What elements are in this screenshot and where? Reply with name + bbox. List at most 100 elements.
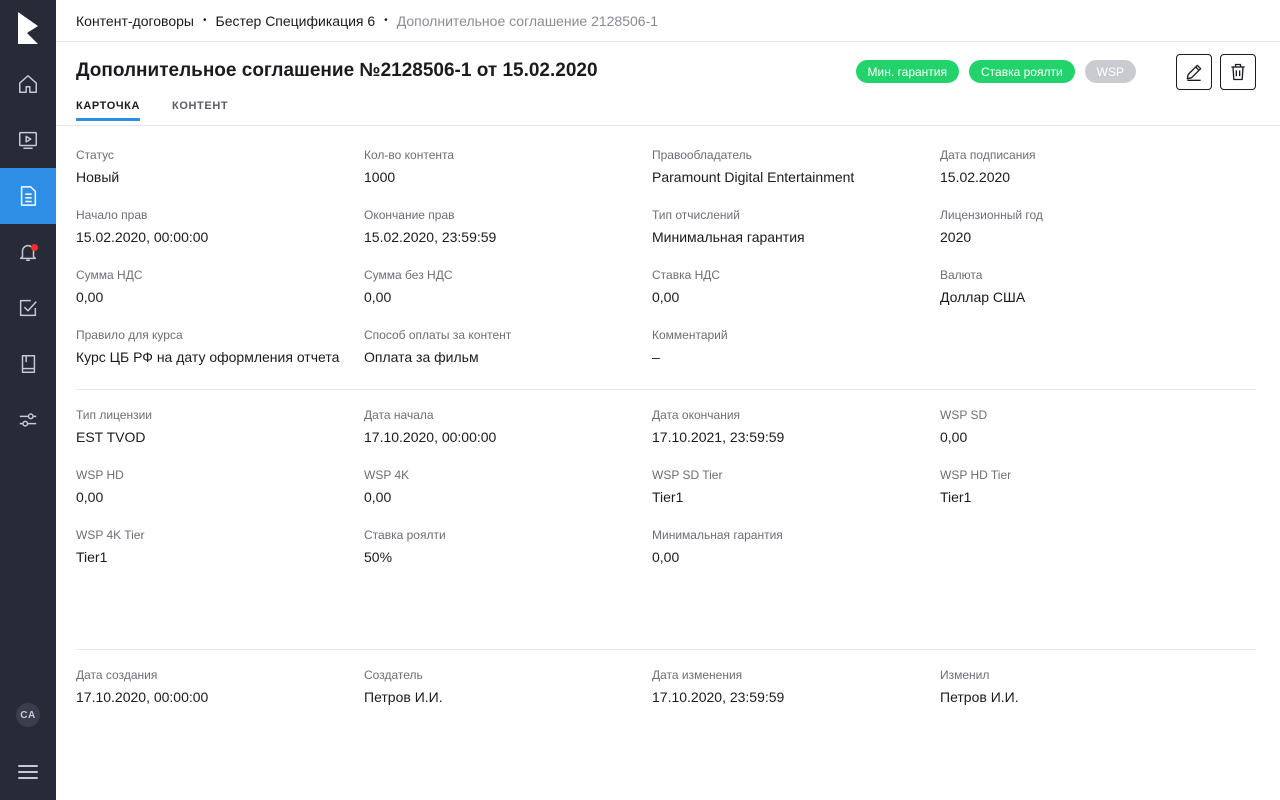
sidebar-item-tasks[interactable] bbox=[0, 280, 56, 336]
field-value: Tier1 bbox=[652, 489, 684, 505]
field: Создатель Петров И.И. bbox=[364, 668, 644, 706]
breadcrumb-item-current: Дополнительное соглашение 2128506-1 bbox=[396, 12, 659, 29]
section-divider bbox=[76, 649, 1256, 650]
field-value: 0,00 bbox=[652, 549, 680, 565]
field-value: 2020 bbox=[940, 229, 972, 245]
field-value: EST TVOD bbox=[76, 429, 146, 445]
main-content: Контент-договоры • Бестер Спецификация 6… bbox=[56, 0, 1280, 800]
edit-button[interactable] bbox=[1176, 54, 1212, 90]
field-label: Начало прав bbox=[76, 208, 148, 222]
field-value: 0,00 bbox=[76, 489, 104, 505]
sidebar-item-notifications[interactable] bbox=[0, 224, 56, 280]
field-label: Кол-во контента bbox=[364, 148, 455, 162]
badge-group: Мин. гарантия Ставка роялти WSP bbox=[855, 60, 1136, 83]
field-value: 15.02.2020, 23:59:59 bbox=[364, 229, 497, 245]
field-label: Дата начала bbox=[364, 408, 434, 422]
field-label: Дата создания bbox=[76, 668, 158, 682]
field-value: 0,00 bbox=[940, 429, 968, 445]
field-value: 17.10.2021, 23:59:59 bbox=[652, 429, 785, 445]
sidebar: CA bbox=[0, 0, 56, 800]
status-badge-royalty: Ставка роялти bbox=[969, 60, 1075, 83]
field-value: Петров И.И. bbox=[940, 689, 1019, 705]
field: WSP 4K Tier Tier1 bbox=[76, 528, 356, 566]
breadcrumb-item-specification[interactable]: Бестер Спецификация 6 bbox=[216, 13, 376, 29]
sidebar-item-settings[interactable] bbox=[0, 392, 56, 448]
field: Сумма без НДС 0,00 bbox=[364, 268, 644, 306]
status-badge-wsp: WSP bbox=[1084, 60, 1136, 83]
field-label: WSP HD Tier bbox=[940, 468, 1012, 482]
field: Правило для курса Курс ЦБ РФ на дату офор… bbox=[76, 328, 356, 366]
field-label: Создатель bbox=[364, 668, 423, 682]
document-icon bbox=[20, 186, 37, 206]
field-value: 50% bbox=[364, 549, 393, 565]
delete-button[interactable] bbox=[1220, 54, 1256, 90]
field-value: Курс ЦБ РФ на дату оформления отчета bbox=[76, 349, 340, 365]
sidebar-item-video[interactable] bbox=[0, 112, 56, 168]
field: Изменил Петров И.И. bbox=[940, 668, 1220, 706]
field-value: 17.10.2020, 00:00:00 bbox=[76, 689, 209, 705]
pencil-icon bbox=[1186, 64, 1202, 81]
field-label: Дата подписания bbox=[940, 148, 1036, 162]
field-value: 0,00 bbox=[652, 289, 680, 305]
sliders-icon bbox=[19, 413, 37, 427]
field-value: 0,00 bbox=[76, 289, 104, 305]
field-value: Новый bbox=[76, 169, 120, 185]
tab-card[interactable]: Карточка bbox=[76, 100, 141, 121]
field: Тип лицензии EST TVOD bbox=[76, 408, 356, 446]
field: Дата начала 17.10.2020, 00:00:00 bbox=[364, 408, 644, 446]
field: Правообладатель Paramount Digital Enterta… bbox=[652, 148, 932, 186]
field-value: 0,00 bbox=[364, 489, 392, 505]
field-label: Дата изменения bbox=[652, 668, 743, 682]
field-label: WSP SD bbox=[940, 408, 988, 422]
sidebar-item-documents[interactable] bbox=[0, 168, 56, 224]
logo-icon[interactable] bbox=[18, 12, 38, 44]
field: Дата окончания 17.10.2021, 23:59:59 bbox=[652, 408, 932, 446]
field-label: Минимальная гарантия bbox=[652, 528, 783, 542]
avatar[interactable]: CA bbox=[16, 703, 40, 727]
field-value: 15.02.2020, 00:00:00 bbox=[76, 229, 209, 245]
field-label: Тип лицензии bbox=[76, 408, 152, 422]
menu-icon[interactable] bbox=[18, 763, 38, 781]
field-value: Tier1 bbox=[940, 489, 972, 505]
field-label: Способ оплаты за контент bbox=[364, 328, 512, 342]
field: WSP HD 0,00 bbox=[76, 468, 356, 506]
field: Тип отчислений Минимальная гарантия bbox=[652, 208, 932, 246]
field-label: Валюта bbox=[940, 268, 983, 282]
field: Окончание прав 15.02.2020, 23:59:59 bbox=[364, 208, 644, 246]
field: Сумма НДС 0,00 bbox=[76, 268, 356, 306]
breadcrumb-separator: • bbox=[384, 15, 388, 26]
field-value: – bbox=[652, 349, 660, 365]
field: Комментарий – bbox=[652, 328, 932, 366]
field: Способ оплаты за контент Оплата за фильм bbox=[364, 328, 644, 366]
field: WSP 4K 0,00 bbox=[364, 468, 644, 506]
field: Кол-во контента 1000 bbox=[364, 148, 644, 186]
field: Лицензионный год 2020 bbox=[940, 208, 1220, 246]
field-label: Ставка НДС bbox=[652, 268, 721, 282]
field-value: Tier1 bbox=[76, 549, 108, 565]
field-value: 17.10.2020, 23:59:59 bbox=[652, 689, 785, 705]
field-label: Комментарий bbox=[652, 328, 728, 342]
field-value: Оплата за фильм bbox=[364, 349, 479, 365]
field: Дата создания 17.10.2020, 00:00:00 bbox=[76, 668, 356, 706]
field-value: Минимальная гарантия bbox=[652, 229, 805, 245]
breadcrumb-item-contracts[interactable]: Контент-договоры bbox=[76, 13, 194, 29]
field: WSP HD Tier Tier1 bbox=[940, 468, 1220, 506]
field-label: Тип отчислений bbox=[652, 208, 740, 222]
sidebar-item-home[interactable] bbox=[0, 56, 56, 112]
field: Минимальная гарантия 0,00 bbox=[652, 528, 932, 566]
field: Ставка НДС 0,00 bbox=[652, 268, 932, 306]
field-label: Правообладатель bbox=[652, 148, 752, 162]
trash-icon bbox=[1231, 63, 1245, 81]
field: Ставка роялти 50% bbox=[364, 528, 644, 566]
field-value: 1000 bbox=[364, 169, 396, 185]
field-value: 17.10.2020, 00:00:00 bbox=[364, 429, 497, 445]
sidebar-item-library[interactable] bbox=[0, 336, 56, 392]
field: Дата подписания 15.02.2020 bbox=[940, 148, 1220, 186]
field-value: Доллар США bbox=[940, 289, 1026, 305]
field-label: Сумма НДС bbox=[76, 268, 143, 282]
book-icon bbox=[21, 355, 36, 373]
field-label: Окончание прав bbox=[364, 208, 455, 222]
tab-content[interactable]: Контент bbox=[172, 100, 228, 121]
field-label: Правило для курса bbox=[76, 328, 183, 342]
field-label: WSP 4K bbox=[364, 468, 410, 482]
